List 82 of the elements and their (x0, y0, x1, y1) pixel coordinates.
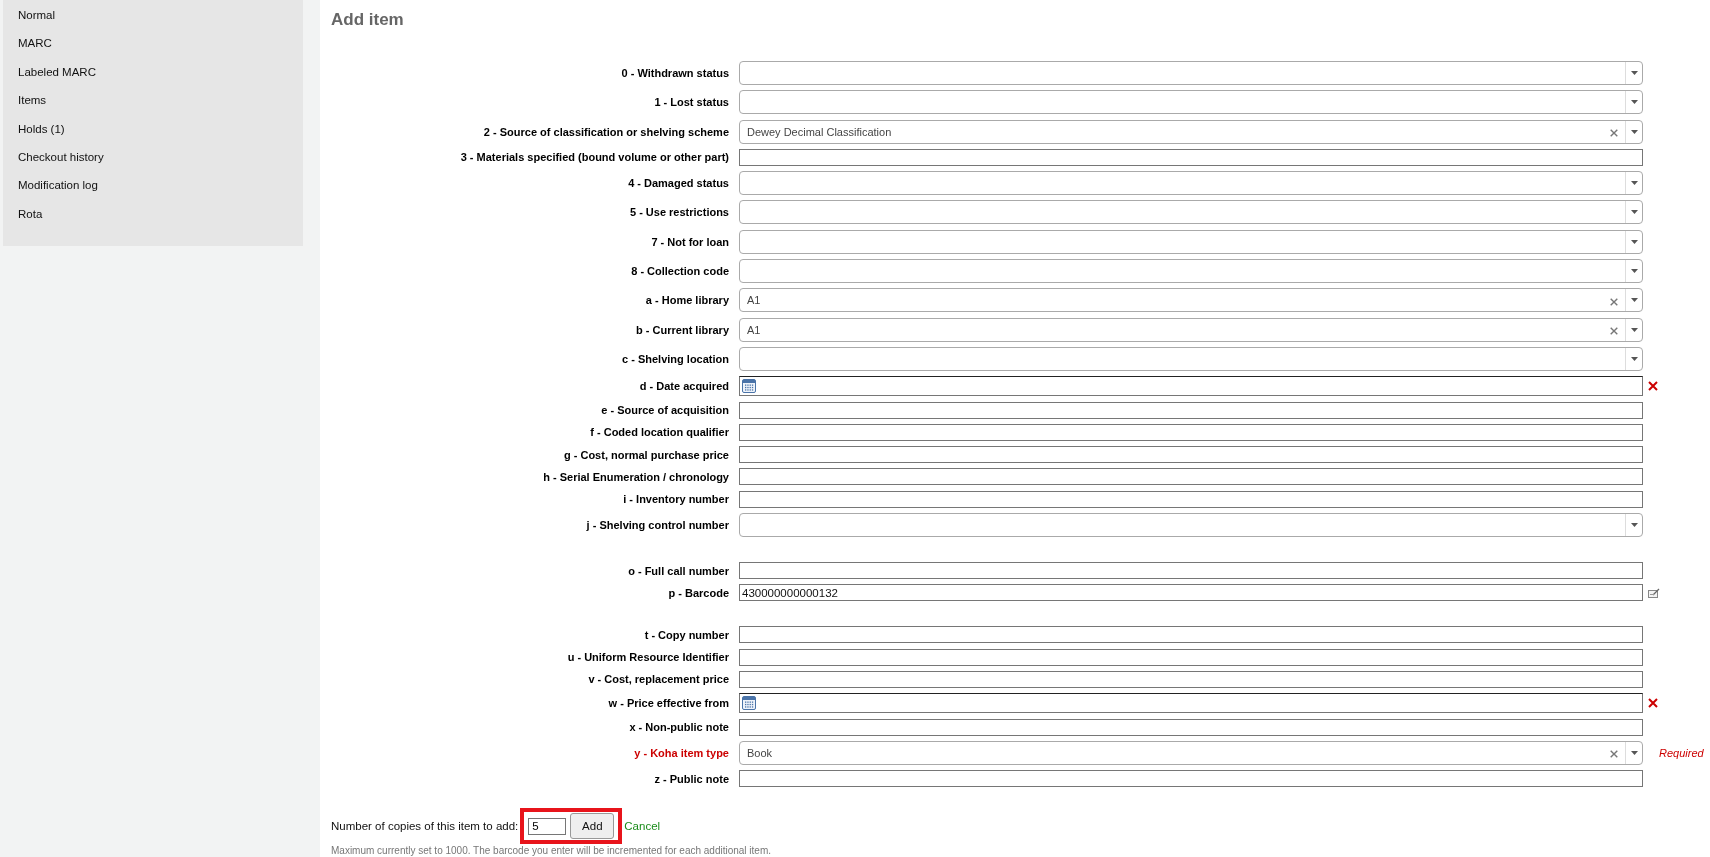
field-label: 5 - Use restrictions (629, 206, 729, 219)
field-label: w - Price effective from (608, 697, 729, 710)
field-label: y - Koha item type (634, 746, 729, 759)
caret-icon[interactable] (1630, 71, 1638, 75)
field-label: c - Shelving location (622, 352, 729, 365)
caret-icon[interactable] (1630, 523, 1638, 528)
caret-icon[interactable] (1630, 327, 1638, 332)
text-field[interactable] (739, 562, 1643, 580)
sidebar-link[interactable]: Checkout history (18, 143, 104, 172)
caret-icon[interactable] (1630, 356, 1638, 361)
field-label: f - Coded location qualifier (590, 426, 729, 439)
text-field[interactable] (739, 423, 1643, 441)
field-label: 0 - Withdrawn status (621, 67, 729, 79)
field-label: 2 - Source of classification or shelving scheme (483, 125, 729, 138)
sidebar-link[interactable]: Normal (18, 1, 56, 30)
sidebar-link[interactable]: MARC (18, 29, 52, 58)
cancel-link[interactable]: Cancel (624, 820, 661, 833)
edit-icon[interactable] (1648, 587, 1660, 598)
sidebar-link[interactable]: Labeled MARC (18, 57, 96, 87)
clear-icon[interactable] (1610, 129, 1618, 138)
clear-icon[interactable] (1610, 327, 1618, 336)
hint-text: Maximum currently set to 1000. The barcode you enter will be incremented for each additional item. (331, 845, 772, 857)
field-label: 4 - Damaged status (628, 177, 729, 190)
copies-field[interactable]: 5 (528, 817, 567, 835)
page-title: Add item (331, 10, 404, 30)
field-label: b - Current library (636, 323, 729, 336)
sidebar-link[interactable]: Items (18, 86, 47, 115)
field-label: a - Home library (645, 294, 729, 307)
caret-icon[interactable] (1630, 269, 1638, 274)
clear-icon[interactable] (1610, 297, 1618, 306)
field-label: 1 - Lost status (654, 96, 729, 109)
field-label: x - Non-public note (629, 721, 729, 734)
text-field[interactable] (739, 626, 1643, 644)
field-label: 8 - Collection code (631, 265, 729, 278)
text-field[interactable] (739, 148, 1643, 166)
text-field[interactable] (739, 718, 1643, 736)
field-label: u - Uniform Resource Identifier (567, 651, 729, 664)
copies-label: Number of copies of this item to add: (331, 820, 519, 833)
dropdown[interactable]: A1 (739, 288, 1643, 313)
text-field[interactable] (739, 670, 1643, 688)
field-label: z - Public note (654, 772, 729, 785)
clear-icon[interactable] (1610, 750, 1618, 759)
caret-icon[interactable] (1630, 129, 1638, 134)
text-field[interactable] (739, 648, 1643, 666)
clear-icon[interactable] (1648, 698, 1658, 709)
field-label: d - Date acquired (639, 380, 729, 393)
dropdown[interactable]: A1 (739, 317, 1643, 342)
field-label: 7 - Not for loan (651, 235, 729, 248)
field-label: h - Serial Enumeration / chronology (543, 470, 729, 483)
caret-icon[interactable] (1630, 750, 1638, 755)
caret-icon[interactable] (1630, 298, 1638, 303)
caret-icon[interactable] (1630, 210, 1638, 215)
required-note: Required (1659, 746, 1704, 759)
field-label: t - Copy number (644, 628, 729, 641)
field-label: 3 - Materials specified (bound volume or other part) (460, 151, 729, 164)
calendar-icon (742, 696, 756, 711)
text-field[interactable] (739, 401, 1643, 419)
calendar-icon (742, 379, 756, 394)
sidebar-link[interactable]: Holds (1) (18, 114, 65, 144)
text-field[interactable]: 430000000000132 (739, 584, 1643, 602)
field-label: p - Barcode (668, 586, 729, 599)
field-label: g - Cost, normal purchase price (563, 448, 729, 461)
date-field[interactable] (739, 376, 1643, 397)
clear-icon[interactable] (1648, 381, 1658, 392)
text-field[interactable] (739, 468, 1643, 486)
field-label: i - Inventory number (623, 493, 729, 506)
sidebar-link[interactable]: Modification log (18, 171, 98, 200)
field-label: o - Full call number (628, 564, 729, 577)
caret-icon[interactable] (1630, 239, 1638, 244)
text-field[interactable] (739, 446, 1643, 464)
caret-icon[interactable] (1630, 181, 1638, 186)
date-field[interactable] (739, 693, 1643, 714)
caret-icon[interactable] (1630, 100, 1638, 105)
text-field[interactable] (739, 770, 1643, 788)
field-label: e - Source of acquisition (601, 404, 729, 417)
field-label: v - Cost, replacement price (588, 673, 729, 686)
field-label: j - Shelving control number (586, 519, 729, 532)
dropdown[interactable]: Dewey Decimal Classification (739, 119, 1643, 144)
add-button[interactable]: Add (570, 813, 615, 840)
sidebar-link[interactable]: Rota (18, 199, 43, 229)
text-field[interactable] (739, 490, 1643, 508)
dropdown[interactable]: Book (739, 740, 1643, 765)
